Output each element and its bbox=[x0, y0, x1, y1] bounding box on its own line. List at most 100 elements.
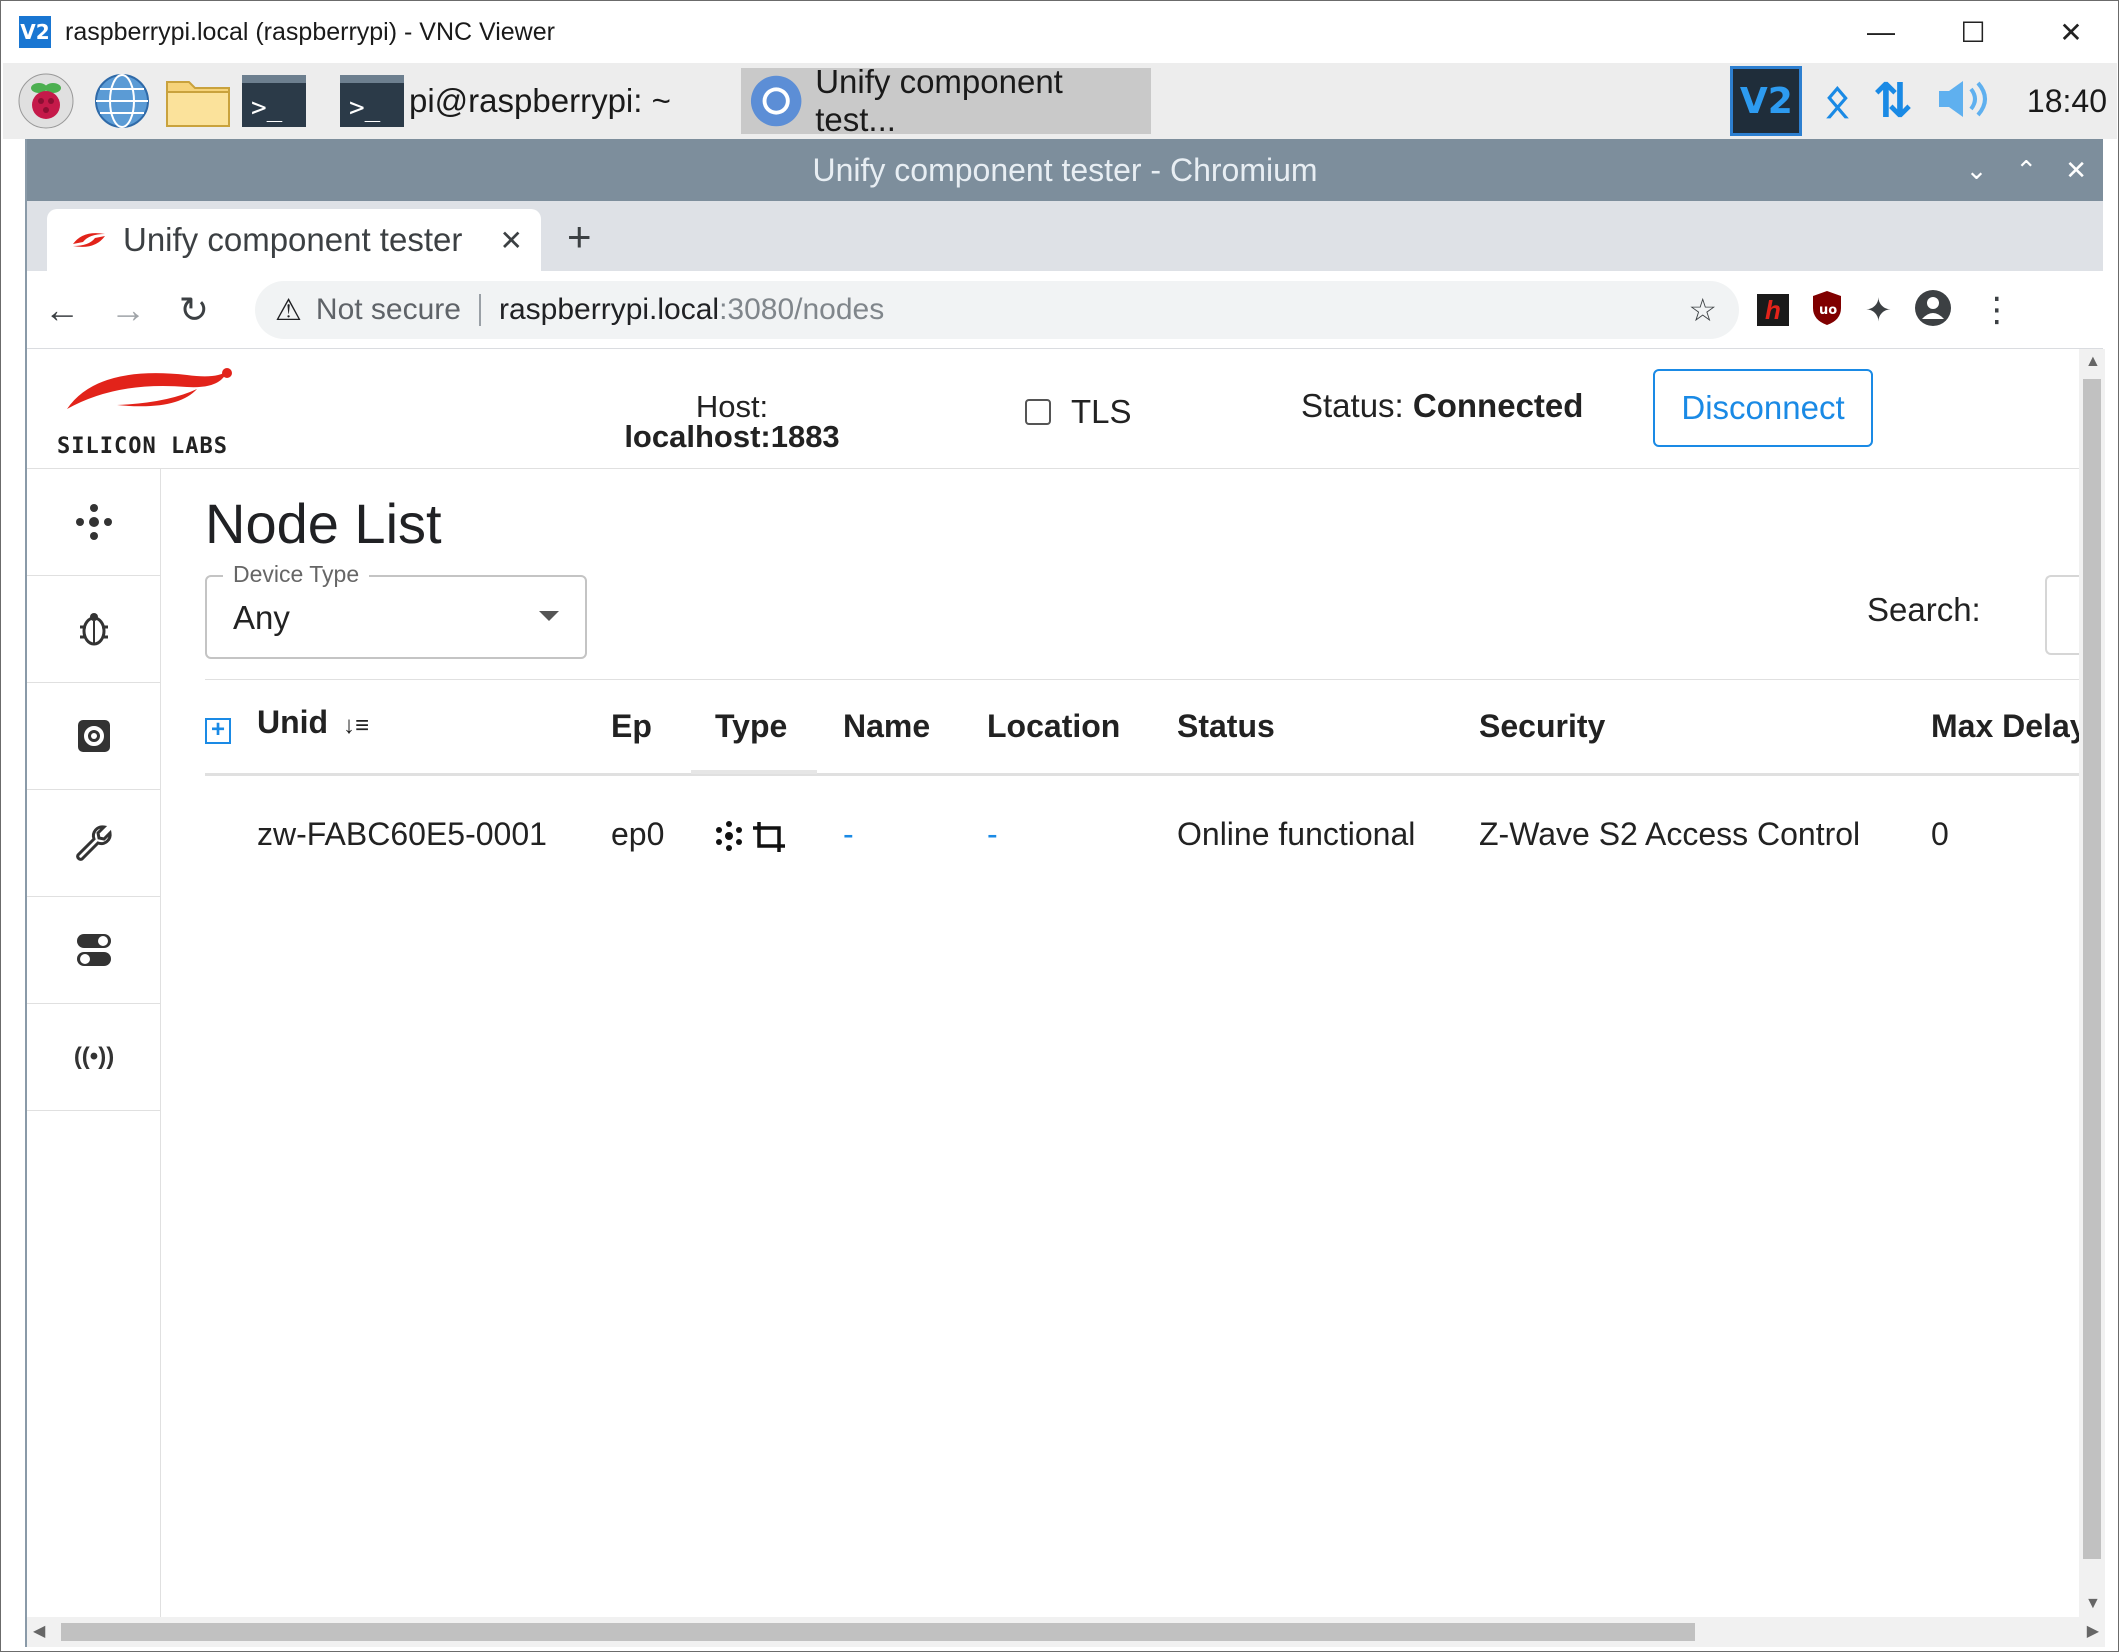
svg-text:>_: >_ bbox=[251, 93, 283, 123]
column-header-ep[interactable]: Ep bbox=[611, 708, 652, 745]
scroll-right-icon[interactable]: ▶ bbox=[2087, 1621, 2099, 1641]
maximize-icon[interactable]: ☐ bbox=[1927, 1, 2019, 63]
table-row[interactable]: zw-FABC60E5-0001 ep0 - - Online function… bbox=[205, 776, 2079, 902]
nav-item-debug[interactable] bbox=[27, 576, 161, 683]
bluetooth-icon[interactable]: ᛟ bbox=[1824, 76, 1850, 127]
cell-ep: ep0 bbox=[611, 816, 665, 852]
chevron-up-icon[interactable]: ⌃ bbox=[2015, 155, 2037, 186]
chevron-down-icon[interactable]: ⌄ bbox=[1966, 155, 1988, 186]
sort-ascending-icon[interactable]: ↓≡ bbox=[343, 712, 369, 739]
browser-globe-icon[interactable] bbox=[89, 68, 155, 134]
panel-tray: V2 ᛟ ⇅ 18:40 bbox=[1730, 63, 2107, 139]
terminal-task-button[interactable]: >_ pi@raspberrypi: ~ bbox=[331, 68, 679, 134]
url-path: :3080/nodes bbox=[719, 293, 885, 326]
vnc-server-icon[interactable]: V2 bbox=[1730, 66, 1803, 136]
horizontal-scroll-thumb[interactable] bbox=[61, 1623, 1695, 1641]
column-header-max-delay[interactable]: Max Delay bbox=[1931, 708, 2079, 745]
volume-icon[interactable] bbox=[1935, 77, 1993, 126]
vnc-viewer-window: V2 raspberrypi.local (raspberrypi) - VNC… bbox=[0, 0, 2119, 1652]
bookmark-star-icon[interactable]: ☆ bbox=[1688, 291, 1717, 329]
extension-h-icon[interactable]: h bbox=[1757, 294, 1789, 326]
scroll-down-icon[interactable]: ▼ bbox=[2085, 1595, 2101, 1613]
table-header: + Unid ↓≡ Ep Type Name Location Status S… bbox=[205, 680, 2079, 776]
terminal-icon: >_ bbox=[340, 75, 404, 127]
file-manager-icon[interactable] bbox=[165, 68, 231, 134]
column-header-unid[interactable]: Unid ↓≡ bbox=[257, 704, 369, 741]
new-tab-button[interactable]: + bbox=[567, 213, 592, 261]
column-header-location[interactable]: Location bbox=[987, 708, 1120, 745]
address-bar[interactable]: ⚠ Not secure raspberrypi.local:3080/node… bbox=[255, 281, 1739, 339]
tls-checkbox[interactable] bbox=[1025, 399, 1051, 425]
node-table: + Unid ↓≡ Ep Type Name Location Status S… bbox=[205, 679, 2079, 902]
close-icon[interactable]: ✕ bbox=[2025, 1, 2117, 63]
back-arrow-icon[interactable]: ← bbox=[29, 277, 95, 343]
chromium-icon bbox=[750, 75, 802, 127]
disconnect-button[interactable]: Disconnect bbox=[1653, 369, 1873, 447]
raspberry-menu-icon[interactable] bbox=[13, 68, 79, 134]
nav-item-tools[interactable] bbox=[27, 790, 161, 897]
chromium-window-title: Unify component tester - Chromium bbox=[812, 151, 1318, 188]
silicon-labs-logo: SILICON LABS bbox=[57, 365, 257, 465]
warning-triangle-icon[interactable]: ⚠ bbox=[275, 293, 302, 328]
ublock-shield-icon[interactable]: uo bbox=[1811, 290, 1843, 331]
crop-icon[interactable] bbox=[753, 822, 785, 852]
cell-unid: zw-FABC60E5-0001 bbox=[257, 816, 547, 852]
wrench-icon bbox=[76, 825, 112, 861]
nav-item-settings[interactable] bbox=[27, 683, 161, 790]
chromium-task-label: Unify component test... bbox=[815, 63, 1063, 138]
nodes-icon bbox=[76, 504, 112, 540]
caret-down-icon bbox=[539, 611, 559, 621]
puzzle-extensions-icon[interactable]: ✦ bbox=[1865, 291, 1892, 329]
nav-item-broadcast[interactable]: ((•)) bbox=[27, 1004, 161, 1111]
cell-location[interactable]: - bbox=[987, 816, 998, 853]
cell-name[interactable]: - bbox=[843, 816, 854, 853]
tls-label[interactable]: TLS bbox=[1071, 393, 1132, 431]
logo-wordmark: SILICON LABS bbox=[57, 434, 228, 459]
cell-type bbox=[715, 818, 789, 862]
chromium-window: Unify component tester - Chromium ⌄ ⌃ ✕ … bbox=[25, 139, 2105, 1647]
tab-unify-component-tester[interactable]: Unify component tester ✕ bbox=[47, 209, 541, 271]
profile-avatar-icon[interactable] bbox=[1914, 289, 1952, 332]
browser-toolbar: ← → ↻ ⚠ Not secure raspberrypi.local:308… bbox=[27, 271, 2103, 349]
chromium-task-button[interactable]: Unify component test... bbox=[740, 63, 1151, 138]
vnc-app-icon: V2 bbox=[19, 16, 51, 48]
node-cluster-icon[interactable] bbox=[716, 821, 742, 851]
web-page: SILICON LABS Host: localhost:1883 TLS St… bbox=[27, 349, 2079, 1617]
app-header: SILICON LABS Host: localhost:1883 TLS St… bbox=[27, 349, 2079, 469]
svg-text:>_: >_ bbox=[349, 93, 381, 123]
kebab-menu-icon[interactable]: ⋮ bbox=[1980, 290, 2014, 330]
column-header-type[interactable]: Type bbox=[715, 708, 787, 745]
vertical-scroll-thumb[interactable] bbox=[2083, 379, 2101, 1559]
column-header-name[interactable]: Name bbox=[843, 708, 930, 745]
scroll-left-icon[interactable]: ◀ bbox=[33, 1621, 45, 1641]
nav-item-toggles[interactable] bbox=[27, 897, 161, 1004]
vertical-scrollbar[interactable]: ▲ ▼ bbox=[2079, 349, 2105, 1617]
close-icon[interactable]: ✕ bbox=[2065, 155, 2087, 186]
raspberry-pi-taskbar: >_ >_ pi@raspberrypi: ~ Unify component … bbox=[3, 63, 2117, 139]
search-input[interactable] bbox=[2045, 575, 2079, 655]
url-host: raspberrypi.local bbox=[498, 293, 720, 326]
minimize-icon[interactable]: — bbox=[1835, 1, 1927, 63]
not-secure-label[interactable]: Not secure bbox=[316, 293, 461, 327]
terminal-task-label: pi@raspberrypi: ~ bbox=[409, 82, 671, 119]
connection-status: Status: Connected bbox=[1301, 387, 1583, 425]
column-header-status[interactable]: Status bbox=[1177, 708, 1275, 745]
horizontal-scrollbar[interactable]: ◀ ▶ bbox=[27, 1617, 2105, 1647]
column-header-security[interactable]: Security bbox=[1479, 708, 1605, 745]
network-arrows-icon[interactable]: ⇅ bbox=[1873, 73, 1913, 129]
cell-max-delay: 0 bbox=[1931, 816, 1949, 852]
forward-arrow-icon[interactable]: → bbox=[95, 277, 161, 343]
device-type-select[interactable]: Device Type Any bbox=[205, 561, 587, 659]
settings-cog-icon bbox=[78, 720, 110, 752]
reload-icon[interactable]: ↻ bbox=[161, 277, 227, 343]
tab-close-icon[interactable]: ✕ bbox=[500, 224, 523, 257]
scroll-up-icon[interactable]: ▲ bbox=[2085, 353, 2101, 371]
main-content: Node List Device Type Any Search: + Unid… bbox=[161, 469, 2079, 1617]
type-column-divider bbox=[691, 770, 817, 774]
nav-item-nodes[interactable] bbox=[27, 469, 161, 576]
page-title: Node List bbox=[205, 492, 442, 555]
tls-checkbox-group[interactable]: TLS bbox=[1025, 393, 1132, 431]
terminal-icon[interactable]: >_ bbox=[241, 68, 307, 134]
silicon-labs-favicon bbox=[73, 233, 105, 247]
expand-all-icon[interactable]: + bbox=[205, 718, 231, 744]
